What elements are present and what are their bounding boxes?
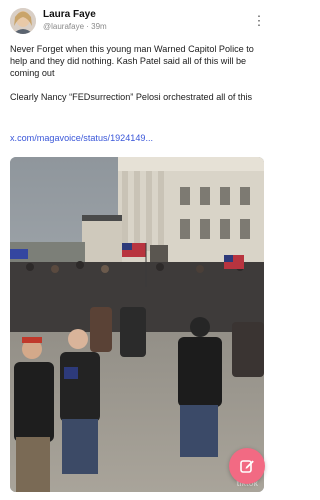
post-text-paragraph-1: Never Forget when this young man Warned … <box>10 44 254 78</box>
compose-icon <box>240 460 254 473</box>
post-link[interactable]: x.com/magavoice/status/1924149... <box>10 133 153 143</box>
author-name[interactable]: Laura Faye <box>43 9 251 21</box>
post-header: Laura Faye @laurafaye · 39m ⋮ <box>10 6 267 36</box>
more-vertical-icon: ⋮ <box>252 13 266 28</box>
author-handle-time: @laurafaye · 39m <box>43 22 107 31</box>
video-frame <box>10 157 264 492</box>
author-block: Laura Faye @laurafaye · 39m <box>43 9 251 33</box>
avatar[interactable] <box>10 8 36 34</box>
more-button[interactable]: ⋮ <box>251 11 267 31</box>
post-video[interactable]: tiktok <box>10 157 264 492</box>
post-text: Never Forget when this young man Warned … <box>10 43 265 103</box>
compose-button[interactable] <box>229 448 265 484</box>
avatar-image <box>10 8 36 34</box>
post-text-paragraph-2: Clearly Nancy “FEDsurrection” Pelosi orc… <box>10 92 253 102</box>
